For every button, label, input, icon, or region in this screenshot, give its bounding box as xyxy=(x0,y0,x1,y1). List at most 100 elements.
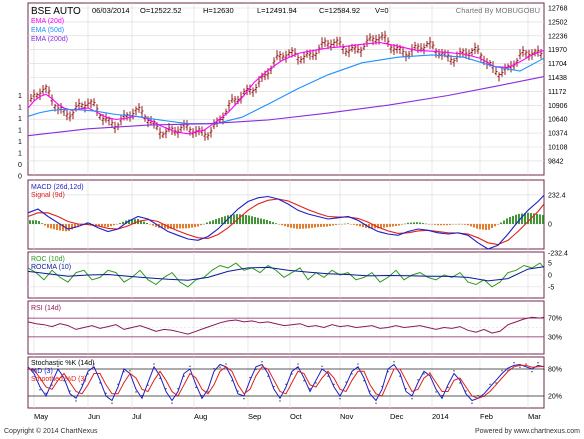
macd-histogram-bar xyxy=(251,216,253,224)
macd-histogram-bar xyxy=(206,222,208,224)
footer-powered: Powered by www.chartnexus.com xyxy=(475,428,580,435)
macd-histogram-bar xyxy=(296,224,298,229)
price-panel: BSE AUTO 06/03/2014 O=12522.52 H=12630 L… xyxy=(27,2,545,176)
macd-histogram-bar xyxy=(437,224,439,226)
macd-histogram-bar xyxy=(485,224,487,230)
legend-item-ema200-line: EMA (200d) xyxy=(31,36,68,43)
stochastic-d-dot xyxy=(315,382,317,384)
price-axis-tick: 9842 xyxy=(548,158,564,165)
price-axis-tick: 10906 xyxy=(548,103,568,110)
stochastic-d-dot xyxy=(111,402,113,404)
stochastic-d-dot xyxy=(279,400,281,402)
macd-histogram-bar xyxy=(461,224,463,225)
stochastic-d-dot xyxy=(39,389,41,391)
macd-histogram-bar xyxy=(272,222,274,224)
x-axis-label: Feb xyxy=(480,412,493,421)
macd-histogram-bar xyxy=(290,224,292,228)
price-axis-tick: 12236 xyxy=(548,33,568,40)
macd-histogram-bar xyxy=(338,224,340,225)
macd-histogram-bar xyxy=(419,222,421,224)
header-close: C=12584.92 xyxy=(319,6,360,15)
macd-histogram-bar xyxy=(407,222,409,224)
stochastic-d-dot xyxy=(213,367,215,370)
macd-histogram-bar xyxy=(35,220,37,224)
header-low: L=12491.94 xyxy=(257,6,297,15)
macd-histogram-bar xyxy=(110,224,112,227)
stochastic-d-dot xyxy=(435,391,437,393)
roc-axis-tick: -5 xyxy=(548,284,554,291)
stochastic-d-dot xyxy=(189,365,191,367)
macd-histogram-bar xyxy=(101,224,103,227)
macd-histogram-bar xyxy=(188,224,190,229)
macd-histogram-bar xyxy=(404,223,406,225)
stochastic-d-dot xyxy=(537,362,539,364)
x-axis-label: 2014 xyxy=(432,412,449,421)
macd-histogram-bar xyxy=(440,224,442,226)
legend-item-ema50-line: EMA (50d) xyxy=(31,27,64,34)
price-axis-tick: 12768 xyxy=(548,6,568,13)
stochastic-d-dot xyxy=(423,373,425,375)
macd-histogram-bar xyxy=(266,220,268,224)
rsi-panel: RSI (14d) xyxy=(27,300,545,355)
macd-histogram-bar xyxy=(302,224,304,229)
macd-histogram-bar xyxy=(176,224,178,229)
macd-histogram-bar xyxy=(104,224,106,227)
left-axis-tick: 1 xyxy=(18,151,22,158)
stochastic-d-dot xyxy=(543,368,545,371)
header-high: H=12630 xyxy=(203,6,234,15)
macd-histogram-bar xyxy=(44,224,46,226)
macd-histogram-bar xyxy=(293,224,295,229)
macd-histogram-bar xyxy=(179,224,181,229)
macd-histogram-bar xyxy=(239,214,241,224)
macd-histogram-bar xyxy=(47,224,49,228)
macd-histogram-bar xyxy=(452,224,454,225)
price-axis-tick: 11704 xyxy=(548,61,567,68)
macd-histogram-bar xyxy=(380,224,382,228)
stochastic-d-dot xyxy=(393,361,395,363)
macd-histogram-bar xyxy=(32,220,34,224)
macd-histogram-bar xyxy=(200,224,202,226)
macd-histogram-bar xyxy=(260,218,262,224)
macd-histogram-bar xyxy=(257,217,259,224)
legend-item-ema20-line: EMA (20d) xyxy=(31,18,64,25)
macd-histogram-bar xyxy=(305,224,307,229)
price-axis-tick: 11172 xyxy=(548,89,567,96)
macd-histogram-bar xyxy=(245,215,247,224)
legend-item-stochastic-k: Stochastic %K (14d) xyxy=(31,360,94,367)
macd-histogram-bar xyxy=(191,224,193,228)
chart-credit: Charted By MOBUGOBU xyxy=(456,6,540,15)
macd-histogram-bar xyxy=(443,224,445,226)
macd-histogram-bar xyxy=(350,224,352,225)
stochastic-d-dot xyxy=(135,391,137,393)
macd-histogram-bar xyxy=(248,215,250,224)
macd-axis-tick: -232.4 xyxy=(548,251,568,258)
macd-histogram-bar xyxy=(539,214,541,224)
macd-histogram-bar xyxy=(392,224,394,227)
roc-panel: ROC (10d)ROCMA (10) xyxy=(27,251,545,299)
legend-item-smoothed-d: Smoothed %D (3) xyxy=(31,376,87,383)
macd-histogram-bar xyxy=(398,224,400,226)
stochastic-panel: Stochastic %K (14d)%D (3)Smoothed %D (3) xyxy=(27,356,545,409)
left-axis-tick: 1 xyxy=(18,139,22,146)
macd-histogram-bar xyxy=(95,224,97,226)
macd-histogram-bar xyxy=(278,224,280,225)
macd-histogram-bar xyxy=(152,224,154,226)
price-axis-tick: 11438 xyxy=(548,75,567,82)
macd-histogram-bar xyxy=(395,224,397,227)
macd-histogram-bar xyxy=(146,222,148,224)
stochastic-d-dot xyxy=(243,398,245,400)
footer-copyright: Copyright © 2014 ChartNexus xyxy=(4,427,98,435)
legend-item-d: %D (3) xyxy=(31,368,53,375)
macd-axis-tick: 0 xyxy=(548,222,552,229)
macd-histogram-bar xyxy=(521,213,523,224)
macd-histogram-bar xyxy=(359,224,361,227)
stochastic-axis-tick: 20% xyxy=(548,394,562,401)
macd-histogram-bar xyxy=(509,217,511,224)
macd-histogram-bar xyxy=(386,224,388,228)
left-axis-tick: 1 xyxy=(18,93,22,100)
stochastic-d-dot xyxy=(339,398,341,400)
header-date: 06/03/2014 xyxy=(92,6,130,15)
macd-histogram-bar xyxy=(212,220,214,224)
macd-histogram-bar xyxy=(197,224,199,227)
macd-histogram-bar xyxy=(221,217,223,224)
